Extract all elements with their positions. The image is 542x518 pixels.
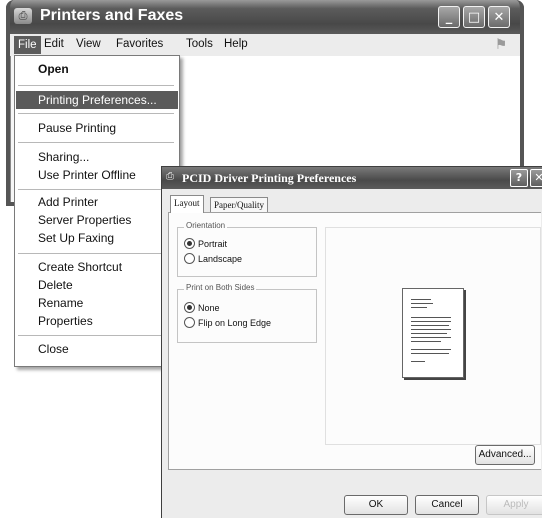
radio-selected-icon bbox=[184, 238, 195, 249]
menu-item-pause-printing[interactable]: Pause Printing bbox=[16, 119, 178, 137]
menu-item-server-properties[interactable]: Server Properties bbox=[16, 211, 178, 229]
menu-separator bbox=[18, 335, 174, 336]
page-preview bbox=[325, 227, 541, 445]
orientation-group: Orientation Portrait Landscape bbox=[177, 221, 317, 277]
menu-file[interactable]: File bbox=[14, 36, 41, 54]
printer-icon: ⎙ bbox=[166, 171, 174, 182]
menu-edit[interactable]: Edit bbox=[44, 38, 64, 50]
orientation-label: Orientation bbox=[184, 221, 228, 230]
menu-item-close[interactable]: Close bbox=[16, 340, 178, 358]
window-title: Printers and Faxes bbox=[40, 7, 184, 24]
radio-unselected-icon bbox=[184, 317, 195, 328]
menu-bar: File Edit View Favorites Tools Help ⚑ bbox=[10, 34, 520, 56]
dialog-title: PCID Driver Printing Preferences bbox=[182, 171, 357, 185]
printer-icon: ⎙ bbox=[14, 8, 32, 24]
menu-tools[interactable]: Tools bbox=[186, 38, 213, 50]
window-titlebar[interactable]: ⎙ Printers and Faxes _ □ ✕ bbox=[6, 0, 524, 34]
apply-button[interactable]: Apply bbox=[486, 495, 542, 515]
flip-long-edge-radio[interactable]: Flip on Long Edge bbox=[184, 317, 271, 328]
print-both-sides-group: Print on Both Sides None Flip on Long Ed… bbox=[177, 283, 317, 343]
tab-paper-quality[interactable]: Paper/Quality bbox=[210, 197, 268, 213]
ok-button[interactable]: OK bbox=[344, 495, 408, 515]
menu-view[interactable]: View bbox=[76, 38, 101, 50]
dialog-close-button[interactable]: ✕ bbox=[530, 169, 542, 187]
menu-item-create-shortcut[interactable]: Create Shortcut bbox=[16, 258, 178, 276]
minimize-button[interactable]: _ bbox=[438, 6, 460, 28]
print-both-sides-label: Print on Both Sides bbox=[184, 283, 257, 292]
file-menu: Open Printing Preferences... Pause Print… bbox=[14, 55, 180, 367]
landscape-radio[interactable]: Landscape bbox=[184, 253, 242, 264]
printing-preferences-dialog: ⎙ PCID Driver Printing Preferences ? ✕ L… bbox=[161, 166, 542, 518]
windows-logo-icon: ⚑ bbox=[494, 37, 508, 53]
menu-item-use-printer-offline[interactable]: Use Printer Offline bbox=[16, 166, 178, 184]
menu-separator bbox=[18, 113, 174, 114]
maximize-button[interactable]: □ bbox=[463, 6, 485, 28]
menu-item-add-printer[interactable]: Add Printer bbox=[16, 193, 178, 211]
menu-item-open[interactable]: Open bbox=[16, 60, 178, 78]
menu-item-set-up-faxing[interactable]: Set Up Faxing bbox=[16, 229, 178, 247]
help-button[interactable]: ? bbox=[510, 169, 528, 187]
menu-item-printing-preferences[interactable]: Printing Preferences... bbox=[16, 91, 178, 109]
menu-item-rename[interactable]: Rename bbox=[16, 294, 178, 312]
none-radio[interactable]: None bbox=[184, 302, 220, 313]
advanced-button[interactable]: Advanced... bbox=[475, 445, 535, 465]
tab-layout[interactable]: Layout bbox=[170, 195, 204, 213]
menu-separator bbox=[18, 189, 174, 190]
close-button[interactable]: ✕ bbox=[488, 6, 510, 28]
page-preview-image bbox=[402, 288, 464, 378]
menu-item-sharing[interactable]: Sharing... bbox=[16, 148, 178, 166]
menu-favorites[interactable]: Favorites bbox=[116, 38, 163, 50]
portrait-radio[interactable]: Portrait bbox=[184, 238, 227, 249]
menu-help[interactable]: Help bbox=[224, 38, 248, 50]
menu-item-delete[interactable]: Delete bbox=[16, 276, 178, 294]
layout-tab-panel: Orientation Portrait Landscape Print on … bbox=[168, 212, 541, 470]
menu-item-properties[interactable]: Properties bbox=[16, 312, 178, 330]
menu-separator bbox=[18, 85, 174, 86]
menu-separator bbox=[18, 253, 174, 254]
radio-selected-icon bbox=[184, 302, 195, 313]
radio-unselected-icon bbox=[184, 253, 195, 264]
dialog-titlebar[interactable]: ⎙ PCID Driver Printing Preferences ? ✕ bbox=[162, 167, 542, 189]
cancel-button[interactable]: Cancel bbox=[415, 495, 479, 515]
menu-separator bbox=[18, 142, 174, 143]
